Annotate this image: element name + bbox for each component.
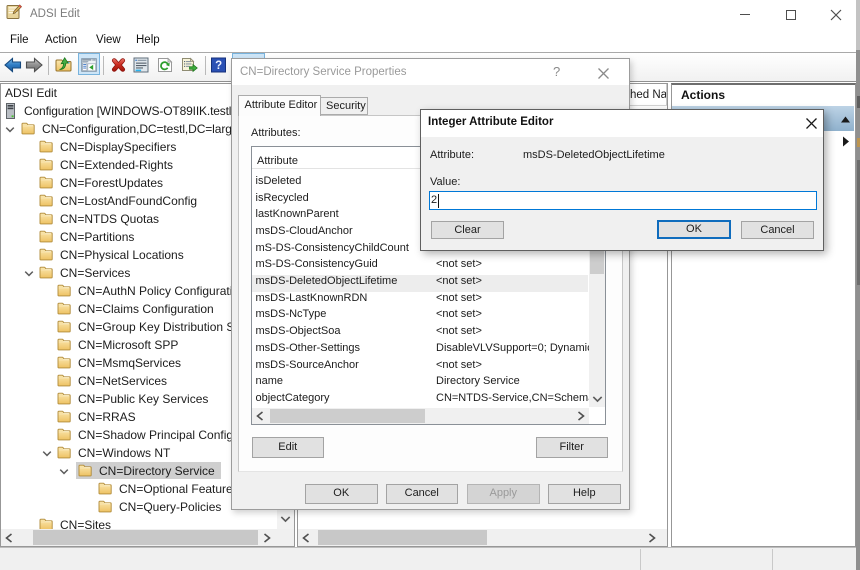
- svg-text:?: ?: [215, 60, 222, 72]
